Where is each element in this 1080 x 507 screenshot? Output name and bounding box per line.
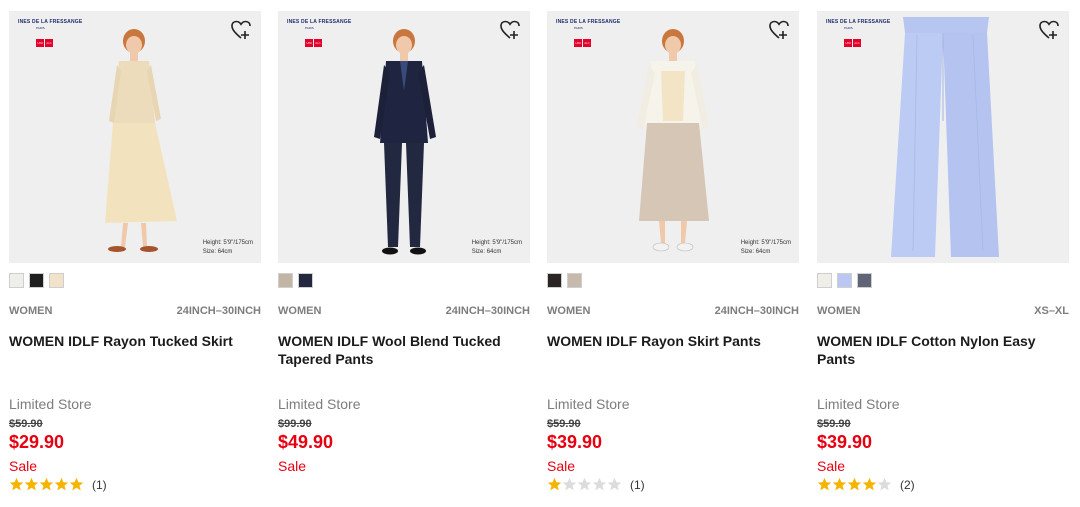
sale-label: Sale [547, 458, 576, 474]
rating-stars: (1) [547, 476, 645, 492]
size-range: 24INCH–30INCH [714, 305, 799, 317]
color-swatch[interactable] [857, 273, 872, 288]
product-name[interactable]: WOMEN IDLF Wool Blend Tucked Tapered Pan… [278, 332, 528, 368]
gender-label: WOMEN [278, 305, 322, 317]
star-icon [54, 477, 69, 492]
star-icon [9, 477, 24, 492]
sale-label: Sale [817, 458, 846, 474]
heart-plus-icon[interactable] [768, 19, 790, 41]
brand-text: INES DE LA FRESSANGE [18, 19, 83, 25]
product-card[interactable]: INES DE LA FRESSANGE PARIS UNI ユニ WOMEN X… [817, 0, 1069, 507]
color-swatch[interactable] [278, 273, 293, 288]
store-availability: Limited Store [547, 396, 630, 412]
brand-logo: INES DE LA FRESSANGE PARIS UNI ユニ [826, 19, 891, 47]
color-swatches [547, 273, 587, 288]
model-height: Height: 5'9"/175cm [740, 240, 791, 246]
original-price: $59.90 [9, 418, 43, 430]
color-swatch[interactable] [49, 273, 64, 288]
brand-logo: INES DE LA FRESSANGE PARIS UNI ユニ [18, 19, 83, 47]
model-height: Height: 5'9"/175cm [471, 240, 522, 246]
product-card[interactable]: INES DE LA FRESSANGE PARIS UNI ユニ Height:… [278, 0, 530, 507]
product-meta: WOMEN XS–XL [817, 305, 1069, 319]
product-meta: WOMEN 24INCH–30INCH [278, 305, 530, 319]
original-price: $59.90 [817, 418, 851, 430]
color-swatches [817, 273, 877, 288]
product-image[interactable]: INES DE LA FRESSANGE PARIS UNI ユニ [817, 11, 1069, 263]
sale-price: $29.90 [9, 432, 65, 452]
product-image[interactable]: INES DE LA FRESSANGE PARIS UNI ユニ Height:… [547, 11, 799, 263]
product-card[interactable]: INES DE LA FRESSANGE PARIS UNI ユニ Height:… [547, 0, 799, 507]
sale-label: Sale [9, 458, 38, 474]
color-swatch[interactable] [837, 273, 852, 288]
brand-logo: INES DE LA FRESSANGE PARIS UNI ユニ [287, 19, 352, 47]
size-range: 24INCH–30INCH [176, 305, 261, 317]
gender-label: WOMEN [9, 305, 53, 317]
size-range: XS–XL [1034, 305, 1069, 317]
model-info: Height: 5'9"/175cm Size: 64cm [741, 239, 791, 257]
star-icon [547, 477, 562, 492]
star-icon [562, 477, 577, 492]
original-price: $99.90 [278, 418, 312, 430]
product-meta: WOMEN 24INCH–30INCH [9, 305, 261, 319]
rating-stars: (1) [9, 476, 107, 492]
sale-label: Sale [278, 458, 307, 474]
product-name[interactable]: WOMEN IDLF Cotton Nylon Easy Pants [817, 332, 1067, 368]
star-icon [592, 477, 607, 492]
heart-plus-icon[interactable] [230, 19, 252, 41]
product-meta: WOMEN 24INCH–30INCH [547, 305, 799, 319]
brand-logo: INES DE LA FRESSANGE PARIS UNI ユニ [556, 19, 621, 47]
model-info: Height: 5'9"/175cm Size: 64cm [203, 239, 253, 257]
color-swatch[interactable] [817, 273, 832, 288]
size-range: 24INCH–30INCH [445, 305, 530, 317]
product-card[interactable]: INES DE LA FRESSANGE PARIS UNI ユニ Height:… [9, 0, 261, 507]
star-icon [24, 477, 39, 492]
review-count[interactable]: (2) [900, 478, 915, 492]
star-icon [847, 477, 862, 492]
store-availability: Limited Store [817, 396, 900, 412]
color-swatch[interactable] [9, 273, 24, 288]
star-icon [607, 477, 622, 492]
star-icon [577, 477, 592, 492]
star-icon [832, 477, 847, 492]
rating-stars: (2) [817, 476, 915, 492]
product-image[interactable]: INES DE LA FRESSANGE PARIS UNI ユニ Height:… [9, 11, 261, 263]
sale-price: $49.90 [278, 432, 334, 452]
brand-text: INES DE LA FRESSANGE [826, 19, 891, 25]
color-swatch[interactable] [29, 273, 44, 288]
gender-label: WOMEN [817, 305, 861, 317]
star-icon [39, 477, 54, 492]
model-size: Size: 64cm [471, 249, 502, 255]
model-height: Height: 5'9"/175cm [202, 240, 253, 246]
product-name[interactable]: WOMEN IDLF Rayon Tucked Skirt [9, 332, 259, 350]
review-count[interactable]: (1) [630, 478, 645, 492]
original-price: $59.90 [547, 418, 581, 430]
store-availability: Limited Store [278, 396, 361, 412]
product-name[interactable]: WOMEN IDLF Rayon Skirt Pants [547, 332, 797, 350]
star-icon [69, 477, 84, 492]
heart-plus-icon[interactable] [499, 19, 521, 41]
star-icon [877, 477, 892, 492]
color-swatch[interactable] [298, 273, 313, 288]
color-swatches [9, 273, 69, 288]
product-grid: INES DE LA FRESSANGE PARIS UNI ユニ Height:… [0, 0, 1080, 507]
model-size: Size: 64cm [202, 249, 233, 255]
gender-label: WOMEN [547, 305, 591, 317]
product-image[interactable]: INES DE LA FRESSANGE PARIS UNI ユニ Height:… [278, 11, 530, 263]
heart-plus-icon[interactable] [1038, 19, 1060, 41]
sale-price: $39.90 [547, 432, 603, 452]
model-size: Size: 64cm [740, 249, 771, 255]
model-info: Height: 5'9"/175cm Size: 64cm [472, 239, 522, 257]
color-swatch[interactable] [567, 273, 582, 288]
brand-text: INES DE LA FRESSANGE [556, 19, 621, 25]
brand-text: INES DE LA FRESSANGE [287, 19, 352, 25]
review-count[interactable]: (1) [92, 478, 107, 492]
color-swatches [278, 273, 318, 288]
sale-price: $39.90 [817, 432, 873, 452]
star-icon [862, 477, 877, 492]
star-icon [817, 477, 832, 492]
store-availability: Limited Store [9, 396, 92, 412]
color-swatch[interactable] [547, 273, 562, 288]
